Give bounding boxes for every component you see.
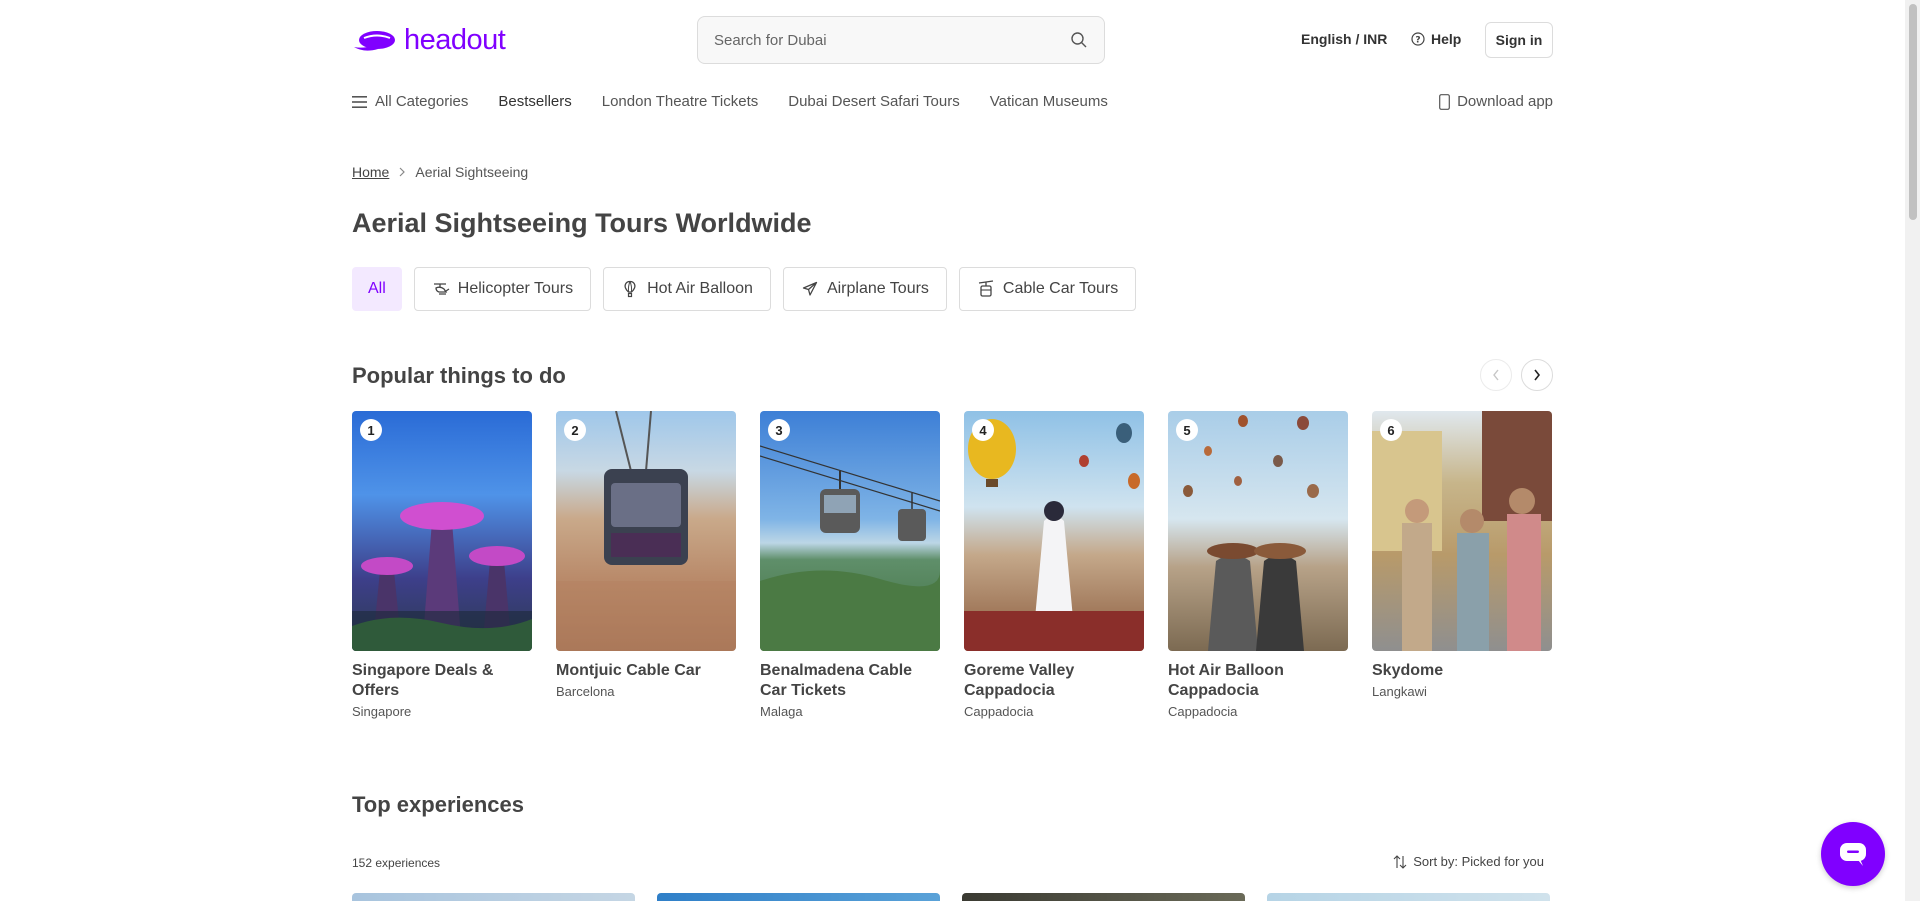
filter-airplane-tours[interactable]: Airplane Tours: [782, 267, 947, 311]
filter-cable-car-tours[interactable]: Cable Car Tours: [958, 267, 1137, 311]
logo-text: headout: [404, 24, 506, 56]
help-label: Help: [1431, 31, 1462, 47]
breadcrumb: Home Aerial Sightseeing: [352, 164, 528, 180]
filter-label: Cable Car Tours: [1002, 280, 1119, 297]
phone-icon: [1439, 93, 1450, 110]
sort-dropdown[interactable]: Sort by: Picked for you: [1393, 854, 1544, 869]
filter-helicopter-tours[interactable]: Helicopter Tours: [413, 267, 592, 311]
search-bar[interactable]: [697, 16, 1105, 64]
card-title: Benalmadena Cable Car Tickets: [760, 662, 913, 699]
card-location: Singapore: [352, 704, 412, 719]
rank-badge: 4: [972, 419, 994, 441]
chevron-right-icon: [1534, 369, 1541, 381]
experience-thumbnail[interactable]: [657, 893, 940, 901]
card-image: 5: [1168, 411, 1348, 651]
nav-bestsellers[interactable]: Bestsellers: [498, 93, 571, 110]
popular-card[interactable]: 5 Hot Air Balloon Cappadocia Cappadocia: [1168, 411, 1348, 719]
people-illustration: [1372, 411, 1552, 651]
download-app-link[interactable]: Download app: [1439, 93, 1553, 110]
breadcrumb-home[interactable]: Home: [352, 164, 389, 180]
rank-badge: 5: [1176, 419, 1198, 441]
hamburger-icon: [352, 95, 367, 108]
help-link[interactable]: ? Help: [1411, 31, 1461, 47]
popular-card[interactable]: 6 Skydome Langkawi: [1372, 411, 1552, 719]
cable-car-illustration: [556, 411, 736, 651]
sort-icon: [1393, 854, 1407, 869]
popular-card[interactable]: 2 Montjuic Cable Car Barcelona: [556, 411, 736, 719]
carousel-prev-button[interactable]: [1480, 359, 1512, 391]
sign-in-button[interactable]: Sign in: [1485, 22, 1553, 58]
chat-icon: [1840, 843, 1866, 866]
nav-dubai-desert-safari[interactable]: Dubai Desert Safari Tours: [788, 93, 959, 110]
nav-vatican-museums[interactable]: Vatican Museums: [990, 93, 1108, 110]
download-label: Download app: [1457, 93, 1553, 110]
balloon-icon: [624, 280, 636, 298]
category-filters: All Helicopter Tours Hot Air Balloon Air…: [352, 267, 1137, 311]
category-nav: All Categories Bestsellers London Theatr…: [352, 93, 1138, 110]
headout-logo[interactable]: headout: [352, 24, 506, 57]
filter-label: Helicopter Tours: [457, 280, 574, 297]
top-experiences-title: Top experiences: [352, 792, 524, 817]
card-image: 1: [352, 411, 532, 651]
search-input[interactable]: [714, 31, 1070, 49]
card-title: Hot Air Balloon Cappadocia: [1168, 662, 1284, 699]
sort-label: Sort by: Picked for you: [1413, 854, 1544, 869]
card-title: Goreme Valley Cappadocia: [964, 662, 1075, 699]
popular-carousel: 1 Singapore Deals & Offers Singapore 2 M…: [352, 411, 1552, 719]
filter-label: Airplane Tours: [826, 280, 929, 297]
supertree-illustration: [352, 502, 532, 651]
card-image: 4: [964, 411, 1144, 651]
page-title: Aerial Sightseeing Tours Worldwide: [352, 208, 812, 238]
rank-badge: 1: [360, 419, 382, 441]
popular-card[interactable]: 3 Benalmadena Cable Car Tickets Malaga: [760, 411, 940, 719]
cable-car-icon: [978, 280, 994, 297]
popular-section-title: Popular things to do: [352, 363, 566, 388]
chat-support-button[interactable]: [1821, 822, 1885, 886]
logo-icon: [354, 30, 395, 51]
search-icon[interactable]: [1070, 31, 1088, 49]
balloon-illustration: [1183, 415, 1319, 651]
card-title: Singapore Deals & Offers: [352, 662, 494, 699]
airplane-icon: [802, 281, 818, 296]
card-location: Barcelona: [556, 684, 615, 699]
chevron-right-icon: [399, 167, 406, 177]
chevron-left-icon: [1493, 369, 1499, 381]
card-location: Cappadocia: [1168, 704, 1238, 719]
experience-thumbnail[interactable]: [1267, 893, 1550, 901]
card-location: Malaga: [760, 704, 803, 719]
breadcrumb-current: Aerial Sightseeing: [415, 164, 529, 180]
svg-text:?: ?: [1415, 36, 1420, 46]
helicopter-icon: [433, 283, 450, 295]
nav-all-categories[interactable]: All Categories: [352, 93, 468, 110]
card-location: Langkawi: [1372, 684, 1427, 699]
card-image: 3: [760, 411, 940, 651]
experience-count: 152 experiences: [352, 856, 441, 870]
card-title: Skydome: [1372, 662, 1444, 679]
nav-item-label: All Categories: [375, 93, 469, 110]
popular-card[interactable]: 1 Singapore Deals & Offers Singapore: [352, 411, 532, 719]
rank-badge: 6: [1380, 419, 1402, 441]
rank-badge: 2: [564, 419, 586, 441]
filter-label: Hot Air Balloon: [647, 280, 753, 297]
popular-card[interactable]: 4 Goreme Valley Cappadocia Cappadocia: [964, 411, 1144, 719]
card-image: 6: [1372, 411, 1552, 651]
rank-badge: 3: [768, 419, 790, 441]
filter-hot-air-balloon[interactable]: Hot Air Balloon: [603, 267, 771, 311]
card-image: 2: [556, 411, 736, 651]
carousel-next-button[interactable]: [1521, 359, 1553, 391]
nav-london-theatre[interactable]: London Theatre Tickets: [602, 93, 759, 110]
experience-thumbnail[interactable]: [962, 893, 1245, 901]
page-scrollbar[interactable]: [1905, 0, 1920, 901]
card-location: Cappadocia: [964, 704, 1034, 719]
language-currency-selector[interactable]: English / INR: [1301, 31, 1387, 47]
balloon-illustration: [964, 419, 1144, 651]
scrollbar-thumb[interactable]: [1909, 4, 1917, 220]
filter-all[interactable]: All: [352, 267, 402, 311]
help-icon: ?: [1411, 32, 1425, 46]
experience-list: [352, 893, 1550, 901]
experience-thumbnail[interactable]: [352, 893, 635, 901]
card-title: Montjuic Cable Car: [556, 662, 701, 679]
cable-car-illustration: [760, 445, 940, 651]
